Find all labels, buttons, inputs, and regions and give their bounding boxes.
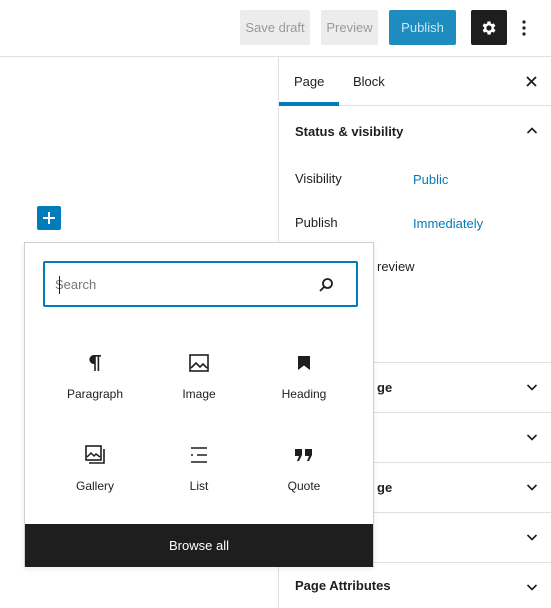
chevron-up-icon xyxy=(526,127,538,134)
vertical-ellipsis-icon xyxy=(522,19,526,36)
close-icon xyxy=(525,76,537,87)
close-sidebar-button[interactable] xyxy=(523,57,539,106)
publish-date-link[interactable]: Immediately xyxy=(413,216,483,231)
visibility-label: Visibility xyxy=(295,171,342,186)
plus-icon xyxy=(43,212,55,224)
block-label: List xyxy=(189,479,209,493)
block-label: Gallery xyxy=(75,479,114,493)
block-label: Quote xyxy=(287,479,321,493)
block-label: Heading xyxy=(281,387,327,401)
collapsed-panel-1-title: ge xyxy=(377,379,393,395)
browse-all-button[interactable]: Browse all xyxy=(25,524,373,567)
tab-block[interactable]: Block xyxy=(353,57,385,106)
chevron-down-icon xyxy=(526,584,538,591)
list-icon xyxy=(187,443,211,467)
chevron-down-icon xyxy=(526,534,538,541)
visibility-value-link[interactable]: Public xyxy=(413,172,448,187)
block-paragraph[interactable]: Paragraph xyxy=(43,341,147,421)
add-block-button[interactable] xyxy=(37,206,61,230)
tab-page[interactable]: Page xyxy=(294,57,324,106)
save-draft-button[interactable]: Save draft xyxy=(240,10,310,45)
block-inserter-popover: Paragraph Image Heading Gallery xyxy=(24,242,374,567)
block-quote[interactable]: Quote xyxy=(252,433,356,513)
search-input[interactable] xyxy=(55,273,305,295)
block-label: Paragraph xyxy=(66,387,124,401)
search-field[interactable] xyxy=(43,261,358,307)
chevron-down-icon xyxy=(526,484,538,491)
pending-review-label: review xyxy=(377,259,415,274)
page-attributes-toggle[interactable]: Page Attributes xyxy=(279,562,551,608)
status-visibility-toggle[interactable]: Status & visibility xyxy=(279,106,551,156)
settings-button[interactable] xyxy=(471,10,507,45)
status-visibility-title: Status & visibility xyxy=(295,123,404,139)
preview-button[interactable]: Preview xyxy=(321,10,378,45)
block-list[interactable]: List xyxy=(147,433,251,513)
chevron-down-icon xyxy=(526,384,538,391)
block-label: Image xyxy=(182,387,216,401)
more-options-button[interactable] xyxy=(512,10,536,45)
publish-label: Publish xyxy=(295,215,338,230)
block-gallery[interactable]: Gallery xyxy=(43,433,147,513)
gallery-icon xyxy=(83,443,107,467)
editor-header: Save draft Preview Publish xyxy=(0,0,551,57)
chevron-down-icon xyxy=(526,434,538,441)
quote-icon xyxy=(292,443,316,467)
search-icon xyxy=(319,278,333,292)
gear-icon xyxy=(482,20,496,35)
block-heading[interactable]: Heading xyxy=(252,341,356,421)
collapsed-panel-3-title: ge xyxy=(377,479,393,495)
page-attributes-title: Page Attributes xyxy=(295,577,391,593)
text-caret xyxy=(59,276,60,294)
paragraph-icon xyxy=(83,351,107,375)
sidebar-tabs: Page Block xyxy=(279,57,551,106)
block-image[interactable]: Image xyxy=(147,341,251,421)
bookmark-icon xyxy=(292,351,316,375)
image-icon xyxy=(187,351,211,375)
publish-button[interactable]: Publish xyxy=(389,10,456,45)
